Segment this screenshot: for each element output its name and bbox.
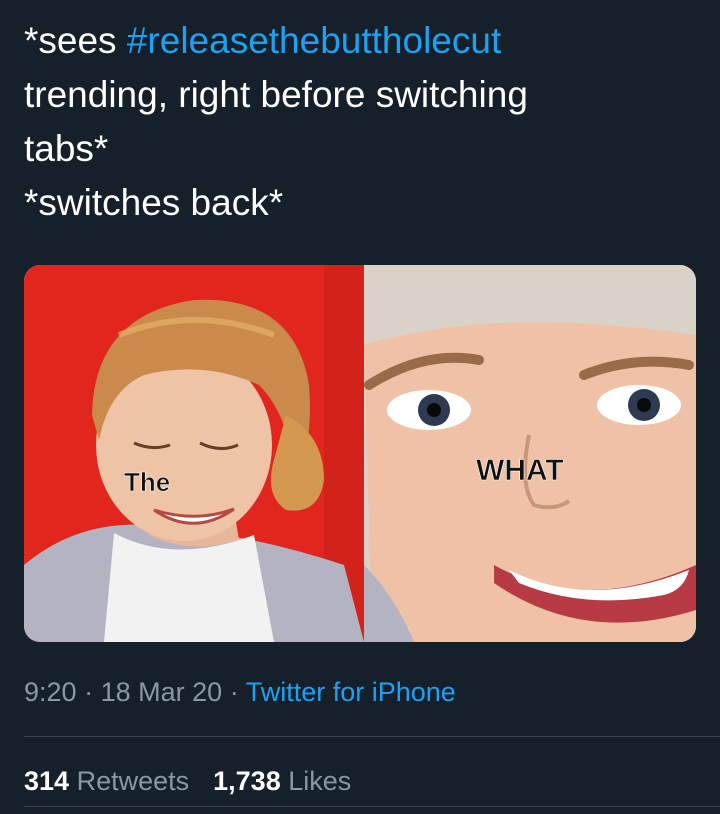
tweet-text: *sees #releasethebuttholecut trending, r…	[24, 14, 704, 230]
meta-separator: ·	[229, 677, 239, 707]
retweets-stat[interactable]: 314 Retweets	[24, 766, 189, 796]
tweet-text-prefix: *sees	[24, 20, 127, 61]
tweet-source-link[interactable]: Twitter for iPhone	[246, 677, 456, 707]
meta-separator: ·	[84, 677, 94, 707]
meme-right-caption: WHAT	[476, 454, 564, 487]
tweet-media-image[interactable]: The WHAT	[24, 265, 696, 642]
meme-image: The WHAT	[24, 265, 696, 642]
hashtag-link[interactable]: #releasethebuttholecut	[127, 20, 501, 61]
retweets-count: 314	[24, 766, 70, 796]
likes-label: Likes	[288, 766, 352, 796]
tweet-time: 9:20	[24, 677, 77, 707]
divider	[24, 806, 720, 807]
tweet-date: 18 Mar 20	[100, 677, 223, 707]
divider	[24, 736, 720, 737]
tweet-text-rest: trending, right before switching tabs* *…	[24, 74, 528, 223]
meme-left-caption: The	[124, 467, 170, 497]
tweet-stats: 314 Retweets 1,738 Likes	[24, 762, 351, 800]
retweets-label: Retweets	[76, 766, 190, 796]
tweet-meta: 9:20 · 18 Mar 20 · Twitter for iPhone	[24, 674, 456, 710]
likes-stat[interactable]: 1,738 Likes	[213, 766, 351, 796]
likes-count: 1,738	[213, 766, 281, 796]
